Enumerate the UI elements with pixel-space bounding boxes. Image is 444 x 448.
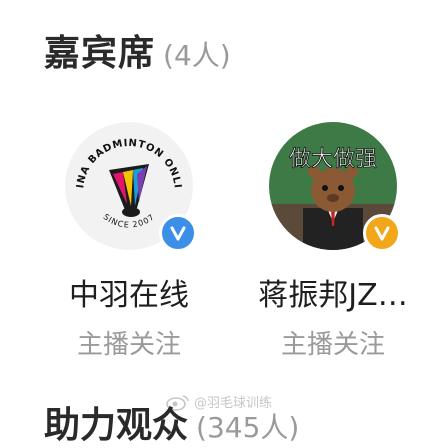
avatar-caption: 做大做强	[289, 147, 377, 172]
audience-section-header: 助力观众 (345人)	[44, 396, 299, 448]
guest-count: (4人)	[163, 39, 231, 72]
section-title: 助力观众	[44, 405, 189, 446]
audience-count: (345人)	[196, 411, 300, 444]
verified-badge	[159, 214, 197, 252]
section-title: 嘉宾席	[44, 33, 156, 74]
verified-badge	[363, 214, 401, 252]
follow-status: 主播关注	[76, 330, 181, 360]
guests-section-header: 嘉宾席 (4人)	[44, 24, 231, 76]
follow-status: 主播关注	[280, 330, 385, 360]
guest-name[interactable]: 蒋振邦JZ…	[248, 270, 418, 314]
v-check-icon	[374, 226, 390, 241]
v-check-icon	[170, 226, 186, 241]
guest-name[interactable]: 中羽在线	[44, 270, 214, 314]
